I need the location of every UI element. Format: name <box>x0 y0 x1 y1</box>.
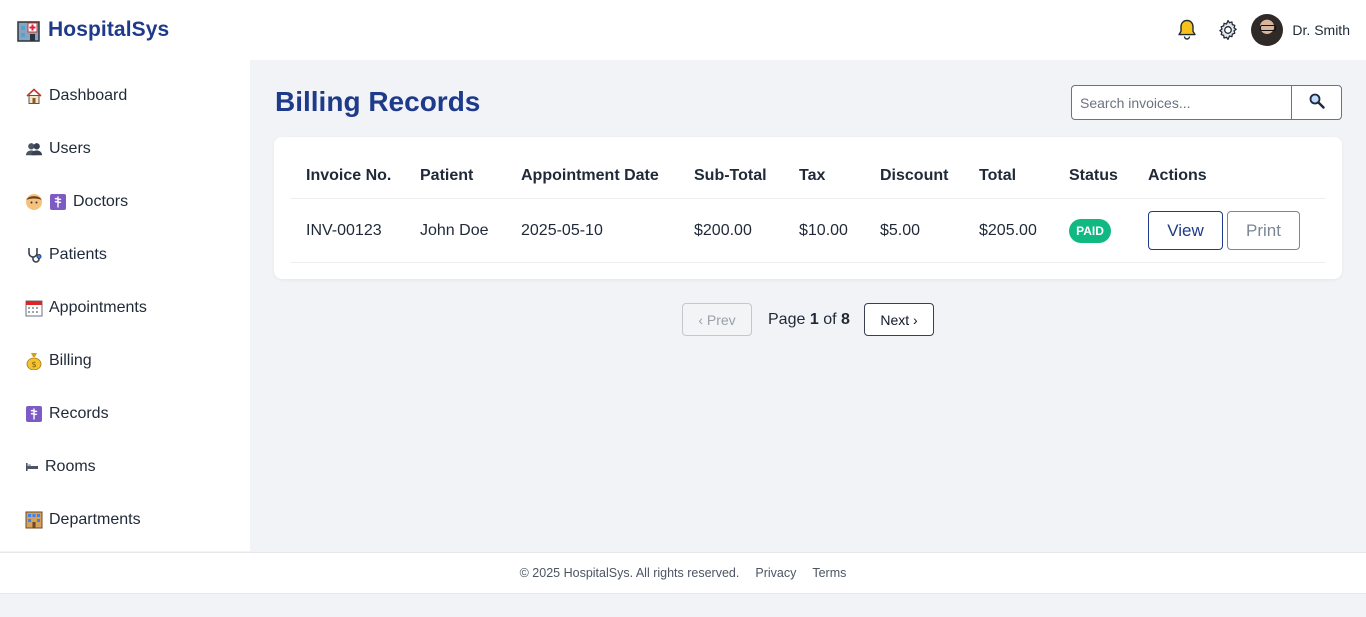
gear-icon[interactable] <box>1216 18 1240 42</box>
sidebar-item-label: Patients <box>49 246 107 263</box>
of-word: of <box>823 311 837 328</box>
sidebar: Dashboard Users Doctors Patients Appoint… <box>0 60 250 551</box>
sidebar-item-users[interactable]: Users <box>25 138 91 160</box>
column-header-sub-total: Sub-Total <box>694 167 767 184</box>
brand[interactable]: HospitalSys <box>17 18 169 42</box>
stethoscope-icon <box>25 246 43 264</box>
column-header-total: Total <box>979 167 1017 184</box>
total-pages: 8 <box>840 311 850 328</box>
sidebar-item-doctors[interactable]: Doctors <box>25 191 128 213</box>
sidebar-item-label: Rooms <box>45 458 96 475</box>
sidebar-item-rooms[interactable]: Rooms <box>25 456 96 478</box>
column-header-patient: Patient <box>420 167 474 184</box>
prev-page-button[interactable]: ‹ Prev <box>682 303 752 336</box>
footer-link-privacy[interactable]: Privacy <box>755 566 796 580</box>
money-bag-icon: $ <box>25 352 43 370</box>
sidebar-item-label: Users <box>49 140 91 157</box>
hospital-logo-icon <box>17 19 40 42</box>
cell-sub-total: $200.00 <box>694 222 752 239</box>
footer: © 2025 HospitalSys. All rights reserved.… <box>0 552 1366 594</box>
current-page: 1 <box>809 311 819 328</box>
svg-text:$: $ <box>31 360 36 369</box>
cell-tax: $10.00 <box>799 222 848 239</box>
row-divider <box>290 198 1326 199</box>
sidebar-item-patients[interactable]: Patients <box>25 244 107 266</box>
search-input[interactable] <box>1071 85 1291 120</box>
cell-discount: $5.00 <box>880 222 921 239</box>
sidebar-item-label: Appointments <box>49 299 147 316</box>
next-page-button[interactable]: Next › <box>864 303 934 336</box>
house-icon <box>25 87 43 105</box>
medical-record-icon <box>25 405 43 423</box>
sidebar-item-label: Departments <box>49 511 141 528</box>
sidebar-item-dashboard[interactable]: Dashboard <box>25 85 127 107</box>
print-button[interactable]: Print <box>1227 211 1300 250</box>
search-button[interactable] <box>1291 85 1342 120</box>
app-title: HospitalSys <box>48 18 170 41</box>
sidebar-item-billing[interactable]: $ Billing <box>25 350 92 372</box>
page-title: Billing Records <box>275 86 481 117</box>
search-icon <box>1309 93 1325 112</box>
page-word: Page <box>768 311 806 328</box>
column-header-appointment-date: Appointment Date <box>521 167 659 184</box>
column-header-invoice-no: Invoice No. <box>306 167 392 184</box>
user-name[interactable]: Dr. Smith <box>1292 22 1350 38</box>
sidebar-item-label: Doctors <box>73 193 129 210</box>
bell-icon[interactable] <box>1175 18 1199 42</box>
row-divider <box>290 262 1326 263</box>
footer-link-terms[interactable]: Terms <box>812 566 846 580</box>
status-badge: PAID <box>1069 219 1111 243</box>
sidebar-item-label: Dashboard <box>49 87 128 104</box>
column-header-actions: Actions <box>1148 167 1207 184</box>
search-bar <box>1071 85 1342 120</box>
sidebar-item-departments[interactable]: Departments <box>25 509 141 531</box>
header-actions: Dr. Smith <box>1175 14 1350 46</box>
footer-copyright: © 2025 HospitalSys. All rights reserved. <box>519 566 740 580</box>
bed-icon <box>25 458 39 476</box>
column-header-discount: Discount <box>880 167 949 184</box>
cell-patient: John Doe <box>420 222 489 239</box>
hospital-icon <box>25 511 43 529</box>
cell-invoice-no: INV-00123 <box>306 222 382 239</box>
calendar-icon <box>25 299 43 317</box>
view-button[interactable]: View <box>1148 211 1223 250</box>
cell-total: $205.00 <box>979 222 1037 239</box>
column-header-tax: Tax <box>799 167 826 184</box>
cell-appointment-date: 2025-05-10 <box>521 222 603 239</box>
medical-record-icon <box>49 193 67 211</box>
top-header: HospitalSys Dr. Smith <box>0 0 1366 60</box>
sidebar-item-label: Records <box>49 405 109 422</box>
column-header-status: Status <box>1069 167 1118 184</box>
sidebar-item-records[interactable]: Records <box>25 403 109 425</box>
billing-table-card: Invoice No. Patient Appointment Date Sub… <box>274 137 1342 279</box>
avatar[interactable] <box>1251 14 1284 46</box>
sidebar-item-appointments[interactable]: Appointments <box>25 297 147 319</box>
doctor-icon <box>25 193 43 211</box>
users-icon <box>25 140 43 158</box>
sidebar-item-label: Billing <box>49 352 92 369</box>
page-indicator: Page 1 of 8 <box>768 311 850 329</box>
